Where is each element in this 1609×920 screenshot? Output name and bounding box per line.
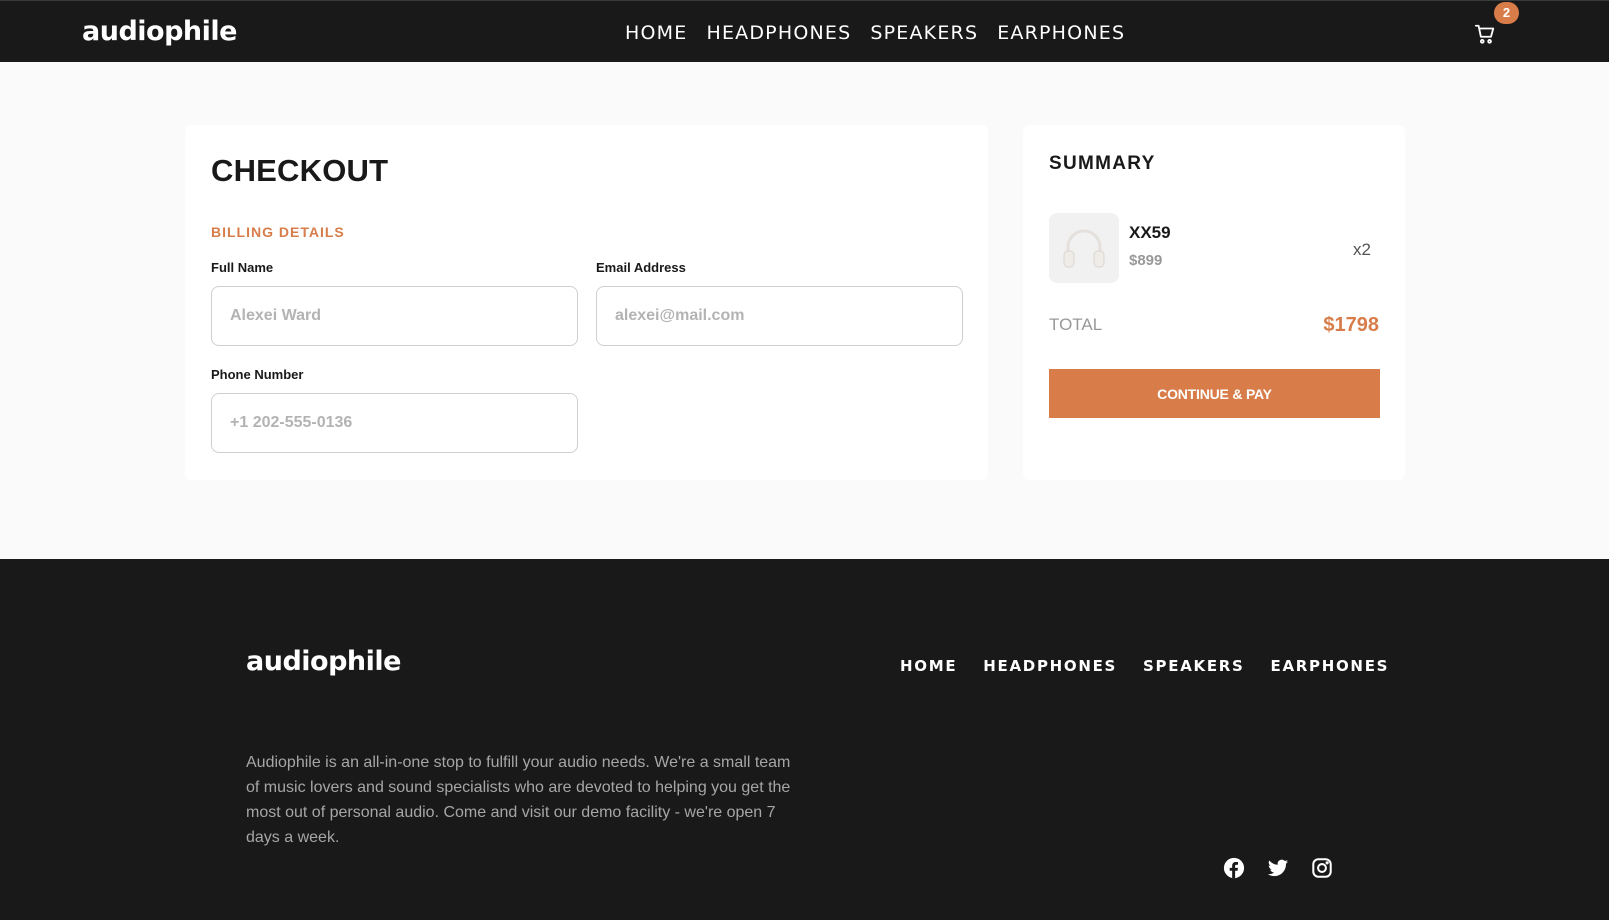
nav-home[interactable]: HOME — [625, 22, 687, 44]
continue-pay-button[interactable]: CONTINUE & PAY — [1049, 369, 1380, 418]
instagram-icon[interactable] — [1311, 857, 1333, 879]
header-logo[interactable]: audiophile — [82, 16, 237, 47]
full-name-input[interactable] — [211, 286, 578, 346]
footer-logo[interactable]: audiophile — [246, 646, 401, 677]
summary-title: SUMMARY — [1049, 153, 1156, 174]
total-value: $1798 — [1323, 314, 1379, 336]
item-price: $899 — [1129, 252, 1163, 269]
footer-description: Audiophile is an all-in-one stop to fulf… — [246, 754, 791, 846]
site-header: audiophile HOME HEADPHONES SPEAKERS EARP… — [0, 0, 1609, 62]
footer-nav-speakers[interactable]: SPEAKERS — [1143, 657, 1244, 675]
full-name-label: Full Name — [211, 260, 274, 275]
email-input[interactable] — [596, 286, 963, 346]
footer-nav-home[interactable]: HOME — [900, 657, 957, 675]
cart-icon[interactable] — [1474, 23, 1496, 45]
twitter-icon[interactable] — [1267, 857, 1289, 879]
footer-nav: HOME HEADPHONES SPEAKERS EARPHONES — [900, 657, 1415, 675]
nav-headphones[interactable]: HEADPHONES — [706, 22, 851, 44]
email-label: Email Address — [596, 260, 686, 275]
billing-details-label: BILLING DETAILS — [211, 224, 345, 240]
headphones-icon — [1063, 229, 1105, 268]
total-label: TOTAL — [1049, 315, 1103, 334]
summary-card: SUMMARY XX59 $899 x2 TOTAL $1798 CONTINU… — [1023, 125, 1405, 480]
nav-earphones[interactable]: EARPHONES — [997, 22, 1125, 44]
footer-nav-headphones[interactable]: HEADPHONES — [983, 657, 1117, 675]
site-footer: audiophile HOME HEADPHONES SPEAKERS EARP… — [0, 559, 1609, 920]
header-nav: HOME HEADPHONES SPEAKERS EARPHONES — [625, 22, 1144, 44]
facebook-icon[interactable] — [1223, 857, 1245, 879]
nav-speakers[interactable]: SPEAKERS — [870, 22, 978, 44]
product-thumbnail — [1049, 213, 1119, 283]
item-quantity: x2 — [1353, 240, 1371, 259]
checkout-form-card: CHECKOUT BILLING DETAILS Full Name Email… — [185, 125, 988, 480]
page-title: CHECKOUT — [211, 153, 389, 188]
footer-nav-earphones[interactable]: EARPHONES — [1271, 657, 1390, 675]
social-links — [1223, 857, 1333, 879]
phone-label: Phone Number — [211, 367, 304, 382]
phone-input[interactable] — [211, 393, 578, 453]
item-name: XX59 — [1129, 223, 1171, 242]
cart-count-badge: 2 — [1494, 2, 1519, 24]
